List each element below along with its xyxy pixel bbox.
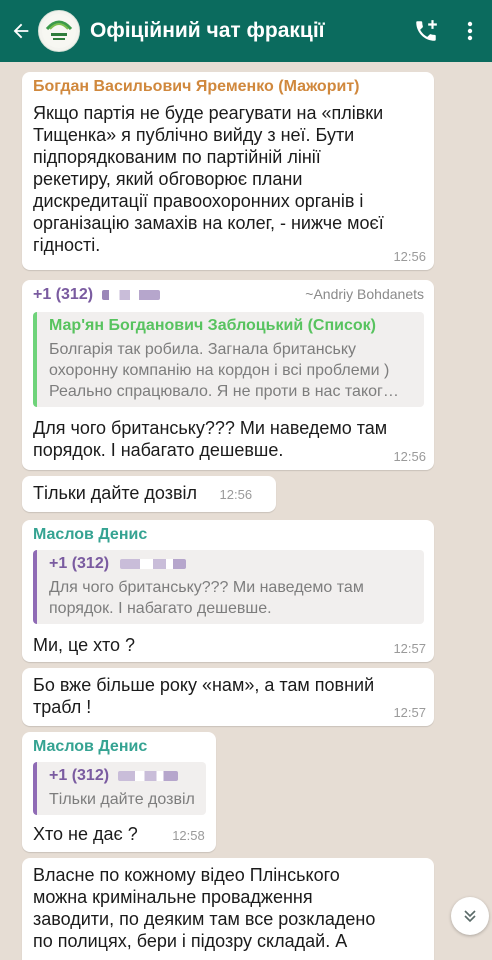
quoted-phone: +1 (312)	[49, 767, 110, 784]
message-time: 12:56	[393, 249, 426, 264]
menu-button[interactable]	[448, 0, 492, 62]
add-call-icon	[416, 20, 437, 41]
quoted-message[interactable]: +1 (312) Для чого британську??? Ми навед…	[33, 550, 424, 624]
add-call-button[interactable]	[404, 0, 448, 62]
double-chevron-down-icon	[464, 910, 476, 923]
message-bubble[interactable]: Власне по кожному відео Плінського можна…	[22, 858, 434, 960]
message-text: Якщо партія не буде реагувати на «плівки…	[33, 103, 384, 255]
chat-title[interactable]: Офіційний чат фракції	[90, 19, 404, 43]
chat-header: Офіційний чат фракції	[0, 0, 492, 62]
message-bubble[interactable]: Маслов Денис +1 (312) Тільки дайте дозві…	[22, 732, 216, 852]
sender-alias: ~Andriy Bohdanets	[305, 286, 424, 302]
quoted-sender: Мар'ян Богданович Заблоцький (Список)	[49, 317, 376, 334]
quoted-text: Тільки дайте дозвіл	[49, 791, 195, 808]
redacted-number	[101, 289, 160, 300]
redacted-number	[119, 558, 186, 569]
message-text: Власне по кожному відео Плінського можна…	[33, 865, 376, 951]
message-sender[interactable]: Маслов Денис	[33, 526, 424, 544]
message-bubble[interactable]: Богдан Васильович Яременко (Мажорит) Якщ…	[22, 72, 434, 270]
message-time: 12:58	[172, 828, 205, 844]
message-time: 12:56	[219, 487, 253, 503]
message-bubble[interactable]: Тільки дайте дозвіл 12:56	[22, 476, 276, 512]
message-text: Для чого британську??? Ми наведемо там п…	[33, 418, 388, 460]
message-bubble[interactable]: Маслов Денис +1 (312) Для чого британськ…	[22, 520, 434, 662]
quoted-sender: +1 (312)	[49, 555, 414, 573]
group-avatar[interactable]	[38, 10, 80, 52]
message-text: Тільки дайте дозвіл	[33, 483, 198, 503]
message-text: Ми, це хто ?	[33, 635, 136, 655]
message-sender[interactable]: Маслов Денис	[33, 738, 206, 756]
quoted-text: Для чого британську??? Ми наведемо там п…	[49, 579, 364, 617]
redacted-number	[117, 770, 178, 781]
quoted-phone: +1 (312)	[49, 555, 110, 572]
arrow-left-icon	[13, 23, 29, 39]
message-sender-row: +1 (312) ~Andriy Bohdanets	[33, 286, 424, 304]
quoted-message[interactable]: +1 (312) Тільки дайте дозвіл	[33, 762, 206, 815]
message-sender[interactable]: +1 (312)	[33, 286, 160, 304]
quoted-text: Болгарія так робила. Загнала британську …	[49, 341, 399, 400]
quoted-sender: +1 (312)	[49, 767, 196, 785]
message-sender[interactable]: Богдан Васильович Яременко (Мажорит)	[33, 78, 424, 96]
message-list[interactable]: Богдан Васильович Яременко (Мажорит) Якщ…	[0, 62, 492, 960]
message-text: Хто не дає ?	[33, 824, 138, 844]
back-button[interactable]	[4, 0, 38, 62]
message-time: 12:57	[393, 705, 426, 720]
message-bubble[interactable]: +1 (312) ~Andriy Bohdanets Мар'ян Богдан…	[22, 280, 434, 470]
quoted-message[interactable]: Мар'ян Богданович Заблоцький (Список) Бо…	[33, 312, 424, 407]
message-text: Бо вже більше року «нам», а там повний т…	[33, 675, 375, 717]
message-bubble[interactable]: Бо вже більше року «нам», а там повний т…	[22, 668, 434, 726]
scroll-down-button[interactable]	[451, 897, 489, 935]
more-vert-icon	[467, 21, 473, 41]
message-time: 12:57	[393, 641, 426, 656]
group-logo-icon	[42, 14, 76, 48]
sender-phone: +1 (312)	[33, 286, 94, 303]
message-time: 12:56	[393, 449, 426, 464]
